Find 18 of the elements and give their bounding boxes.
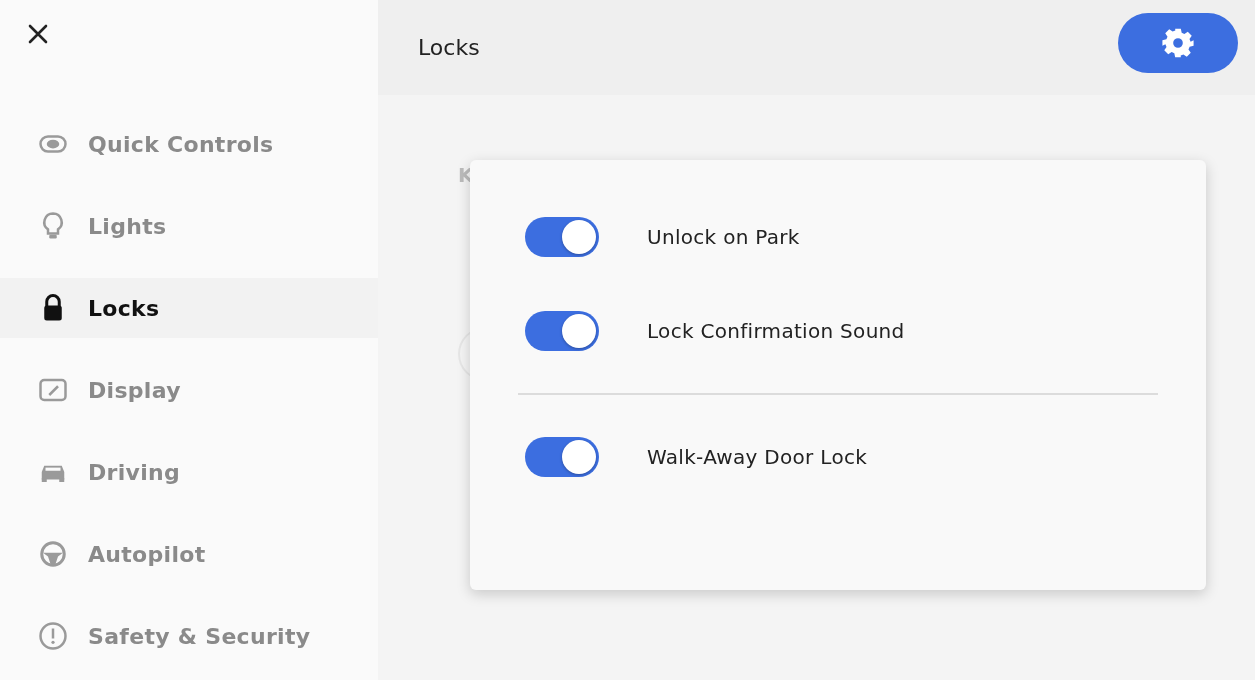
exclamation-icon xyxy=(38,621,68,651)
setting-label: Unlock on Park xyxy=(647,225,800,249)
setting-label: Lock Confirmation Sound xyxy=(647,319,905,343)
setting-label: Walk-Away Door Lock xyxy=(647,445,868,469)
sidebar-item[interactable]: Safety & Security xyxy=(0,606,378,666)
sidebar-item[interactable]: Quick Controls xyxy=(0,114,378,174)
toggle-switch[interactable] xyxy=(525,217,599,257)
sidebar-item[interactable]: Locks xyxy=(0,278,378,338)
toggle-switch[interactable] xyxy=(525,437,599,477)
toggle-switch[interactable] xyxy=(525,311,599,351)
sidebar-item[interactable]: Lights xyxy=(0,196,378,256)
sidebar-item[interactable]: Display xyxy=(0,360,378,420)
steering-wheel-icon xyxy=(38,539,68,569)
page-title: Locks xyxy=(418,35,480,60)
sidebar-item[interactable]: Driving xyxy=(0,442,378,502)
close-icon xyxy=(26,22,50,46)
sidebar-item[interactable]: Autopilot xyxy=(0,524,378,584)
close-button[interactable] xyxy=(26,22,50,46)
